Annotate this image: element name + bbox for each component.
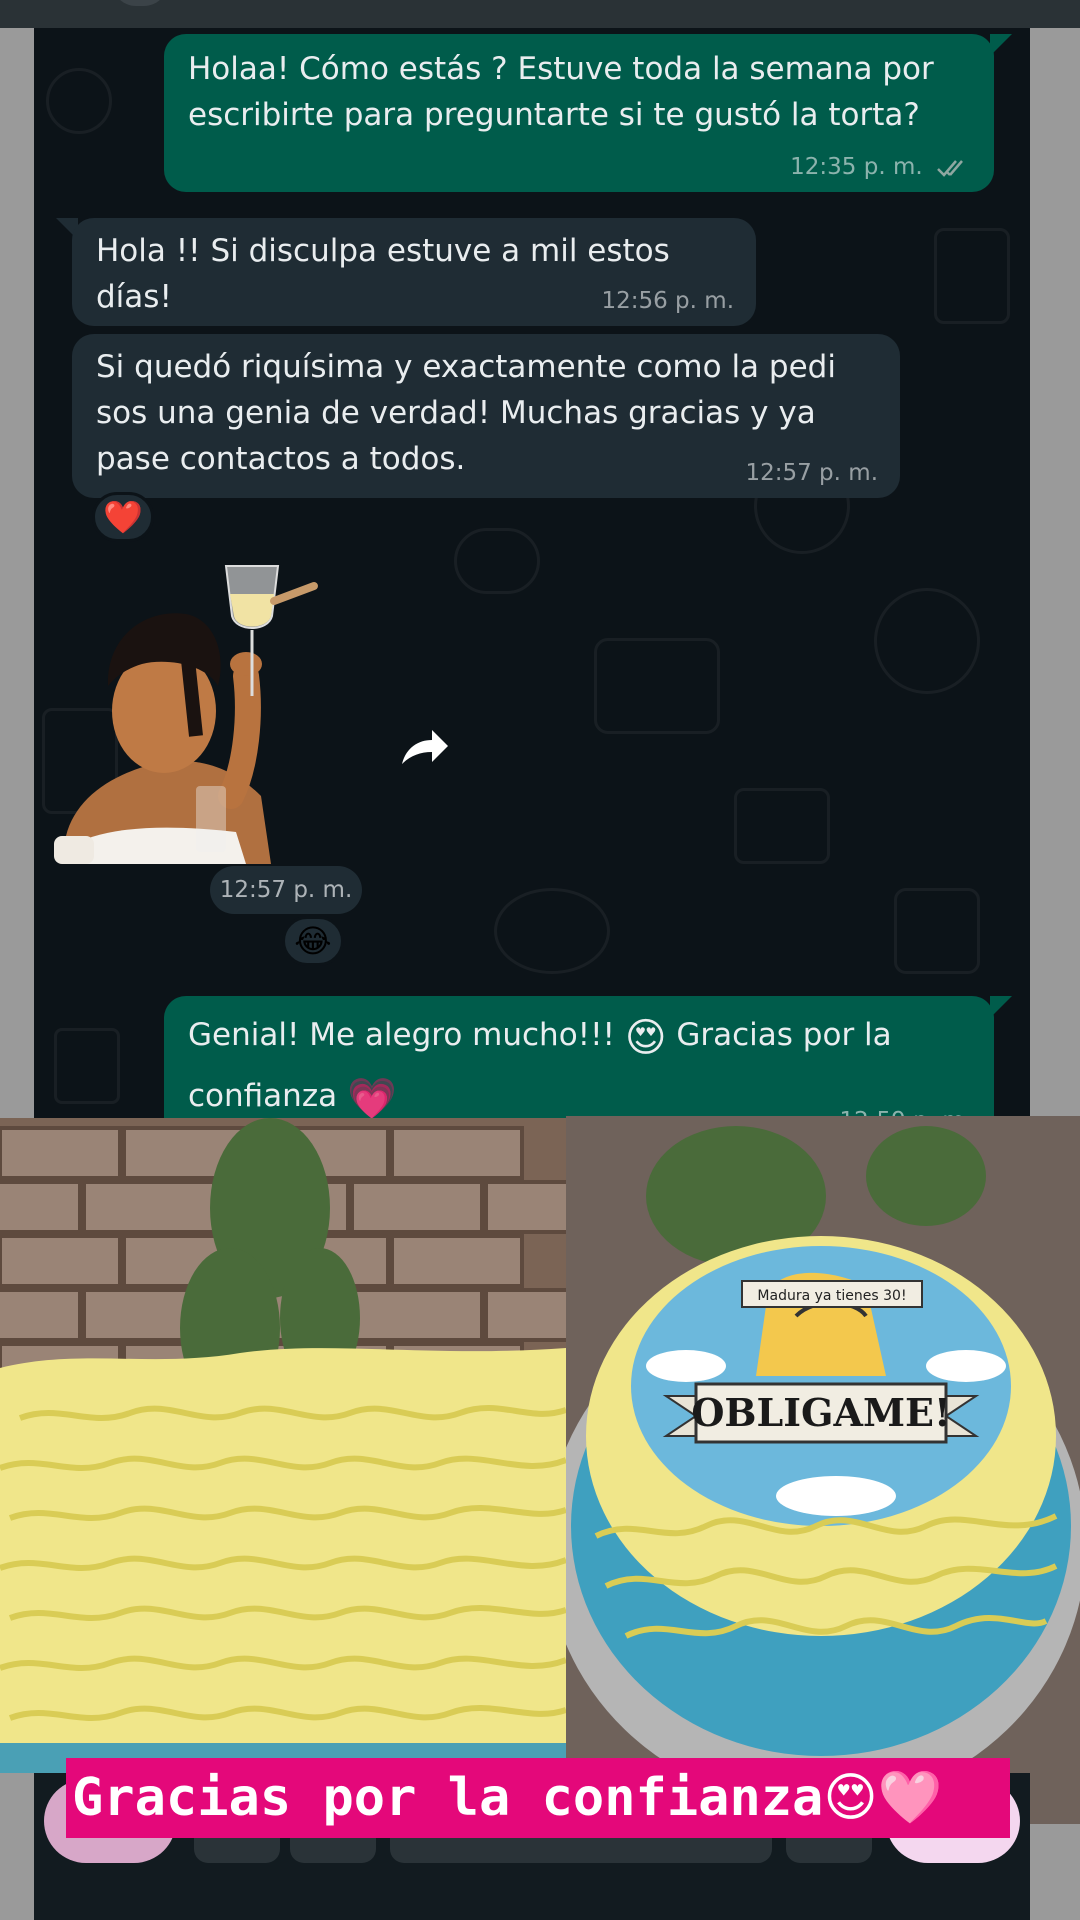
message-outgoing[interactable]: Holaa! Cómo estás ? Estuve toda la seman…	[164, 34, 994, 192]
message-incoming[interactable]: Si quedó riquísima y exactamente como la…	[72, 334, 900, 498]
message-text: Si quedó riquísima y exactamente como la…	[96, 349, 836, 477]
heart-eyes-emoji-icon: 😍	[624, 1015, 667, 1061]
cake-photo-side	[0, 1118, 566, 1773]
forward-icon[interactable]	[392, 716, 456, 780]
top-bar	[0, 0, 1080, 28]
cake-photo-top: Madura ya tienes 30! OBLIGAME!	[566, 1116, 1080, 1824]
story-caption: Gracias por la confianza😍🩷	[66, 1758, 1010, 1838]
heart-eyes-pink-heart-icon: 😍🩷	[823, 1768, 943, 1828]
wallpaper-doodle	[494, 888, 610, 974]
wallpaper-doodle	[874, 588, 980, 694]
message-time: 12:57 p. m.	[745, 460, 878, 486]
message-text: Genial! Me alegro mucho!!! 😍 Gracias por…	[188, 1006, 970, 1120]
message-text-part: Genial! Me alegro mucho!!!	[188, 1017, 615, 1053]
caption-text: Gracias por la confianza	[72, 1768, 824, 1828]
avatar[interactable]	[112, 0, 168, 6]
message-time: 12:35 p. m.	[790, 154, 923, 180]
double-check-icon	[937, 159, 963, 177]
heart-reaction-icon[interactable]: ❤️	[92, 492, 154, 542]
wallpaper-doodle	[934, 228, 1010, 324]
laugh-reaction-icon[interactable]: 😂	[282, 916, 344, 966]
message-incoming[interactable]: Hola !! Si disculpa estuve a mil estos d…	[72, 218, 756, 326]
message-meta: 12:35 p. m.	[790, 154, 972, 180]
woman-toasting-sticker[interactable]	[46, 546, 348, 864]
wallpaper-doodle	[894, 888, 980, 974]
cake-side-illustration	[0, 1118, 566, 1773]
wallpaper-doodle	[54, 1028, 120, 1104]
wallpaper-doodle	[46, 68, 112, 134]
cake-top-illustration: Madura ya tienes 30! OBLIGAME!	[566, 1116, 1080, 1824]
cake-banner-top: Madura ya tienes 30!	[757, 1288, 906, 1304]
wallpaper-doodle	[734, 788, 830, 864]
message-time: 12:56 p. m.	[601, 288, 734, 314]
wallpaper-doodle	[594, 638, 720, 734]
message-time: 12:57 p. m.	[210, 866, 362, 914]
message-outgoing[interactable]: Genial! Me alegro mucho!!! 😍 Gracias por…	[164, 996, 994, 1120]
pink-heart-emoji-icon: 💗	[346, 1076, 397, 1120]
message-text: Holaa! Cómo estás ? Estuve toda la seman…	[188, 51, 934, 133]
wallpaper-doodle	[454, 528, 540, 594]
cake-banner-main: OBLIGAME!	[691, 1390, 950, 1435]
